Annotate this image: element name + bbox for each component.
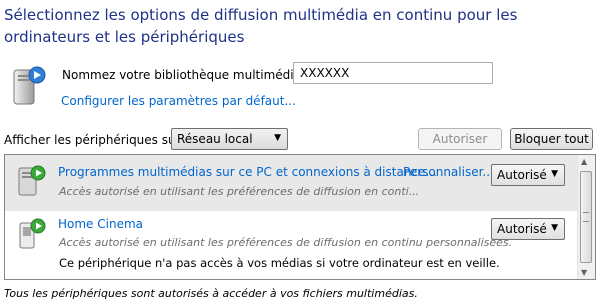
page-title: Sélectionnez les options de diffusion mu… — [4, 6, 518, 46]
media-player-pc-icon — [17, 163, 47, 197]
device-access-value: Autorisé — [497, 222, 547, 236]
network-select-value: Réseau local — [177, 132, 253, 146]
home-cinema-device-icon — [17, 216, 47, 250]
show-devices-label: Afficher les périphériques sur : — [4, 133, 189, 147]
list-item[interactable]: Programmes multimédias sur ce PC et conn… — [5, 155, 579, 211]
chevron-down-icon: ▼ — [551, 169, 558, 179]
device-name[interactable]: Programmes multimédias sur ce PC et conn… — [58, 165, 437, 179]
device-description: Accès autorisé en utilisant les préféren… — [59, 236, 513, 249]
device-access-value: Autorisé — [497, 168, 547, 182]
list-scrollbar[interactable]: ▲ ▼ — [577, 155, 595, 279]
block-all-button[interactable]: Bloquer tout — [510, 128, 593, 150]
allow-all-button[interactable]: Autoriser tout — [418, 128, 502, 166]
footer-status: Tous les périphériques sont autorisés à … — [4, 287, 418, 300]
scroll-up-arrow-icon[interactable]: ▲ — [581, 157, 587, 166]
library-name-input[interactable] — [293, 62, 493, 84]
chevron-down-icon: ▼ — [551, 223, 558, 233]
device-warning: Ce périphérique n'a pas accès à vos médi… — [59, 256, 500, 270]
device-list: Programmes multimédias sur ce PC et conn… — [4, 154, 596, 280]
network-select[interactable]: Réseau local ▼ — [171, 128, 288, 150]
media-library-icon — [10, 64, 46, 108]
list-item[interactable]: Home Cinema Accès autorisé en utilisant … — [5, 212, 579, 278]
chevron-down-icon: ▼ — [274, 133, 281, 143]
configure-defaults-link[interactable]: Configurer les paramètres par défaut... — [61, 94, 296, 108]
scroll-down-arrow-icon[interactable]: ▼ — [581, 268, 587, 277]
customize-link[interactable]: Personnaliser... — [403, 165, 494, 179]
device-name[interactable]: Home Cinema — [58, 217, 143, 231]
scrollbar-thumb[interactable] — [580, 171, 592, 263]
grip-icon — [583, 212, 589, 222]
device-access-select[interactable]: Autorisé ▼ — [491, 164, 565, 186]
device-access-select[interactable]: Autorisé ▼ — [491, 218, 565, 240]
library-name-label: Nommez votre bibliothèque multimédia : — [62, 68, 309, 82]
device-description: Accès autorisé en utilisant les préféren… — [59, 185, 420, 198]
